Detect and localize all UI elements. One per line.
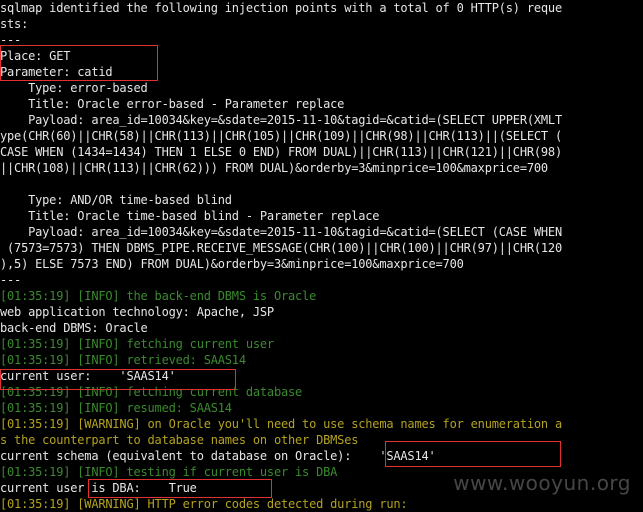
terminal-line: sqlmap identified the following injectio… [0,1,562,15]
terminal-line: ),5) ELSE 7573 END) FROM DUAL)&orderby=3… [0,257,464,271]
terminal-line: sts: [0,17,29,31]
terminal-line: (7573=7573) THEN DBMS_PIPE.RECEIVE_MESSA… [0,241,562,255]
terminal-line: ype(CHR(60)||CHR(58)||CHR(113)||CHR(105)… [0,129,562,143]
terminal-line: [01:35:19] [WARNING] HTTP error codes de… [0,497,408,511]
terminal-line: Title: Oracle error-based - Parameter re… [0,97,345,111]
terminal-line: [01:35:19] [INFO] retrieved: SAAS14 [0,353,246,367]
terminal-line: [01:35:19] [INFO] the back-end DBMS is O… [0,289,317,303]
terminal-line: Title: Oracle time-based blind - Paramet… [0,209,380,223]
terminal-line: Type: error-based [0,81,148,95]
terminal-line: back-end DBMS: Oracle [0,321,148,335]
terminal-line: Payload: area_id=10034&key=&sdate=2015-1… [0,113,562,127]
terminal-line: --- [0,273,22,287]
terminal-line: Payload: area_id=10034&key=&sdate=2015-1… [0,225,562,239]
terminal-line: [01:35:19] [INFO] resumed: SAAS14 [0,401,232,415]
terminal-line: CASE WHEN (1434=1434) THEN 1 ELSE 0 END)… [0,145,562,159]
terminal-line: ||CHR(108)||CHR(113)||CHR(62))) FROM DUA… [0,161,548,175]
terminal-line: Type: AND/OR time-based blind [0,193,232,207]
highlight-box-is-dba [88,479,272,498]
highlight-box-current-user [0,369,236,390]
highlight-box-current-schema [385,441,561,467]
highlight-box-place-parameter [0,45,158,81]
terminal-line: [01:35:19] [INFO] fetching current user [0,337,274,351]
terminal-line: web application technology: Apache, JSP [0,305,274,319]
watermark-text: www.wooyun.org [453,471,631,495]
terminal-line: [01:35:19] [WARNING] on Oracle you'll ne… [0,417,562,431]
